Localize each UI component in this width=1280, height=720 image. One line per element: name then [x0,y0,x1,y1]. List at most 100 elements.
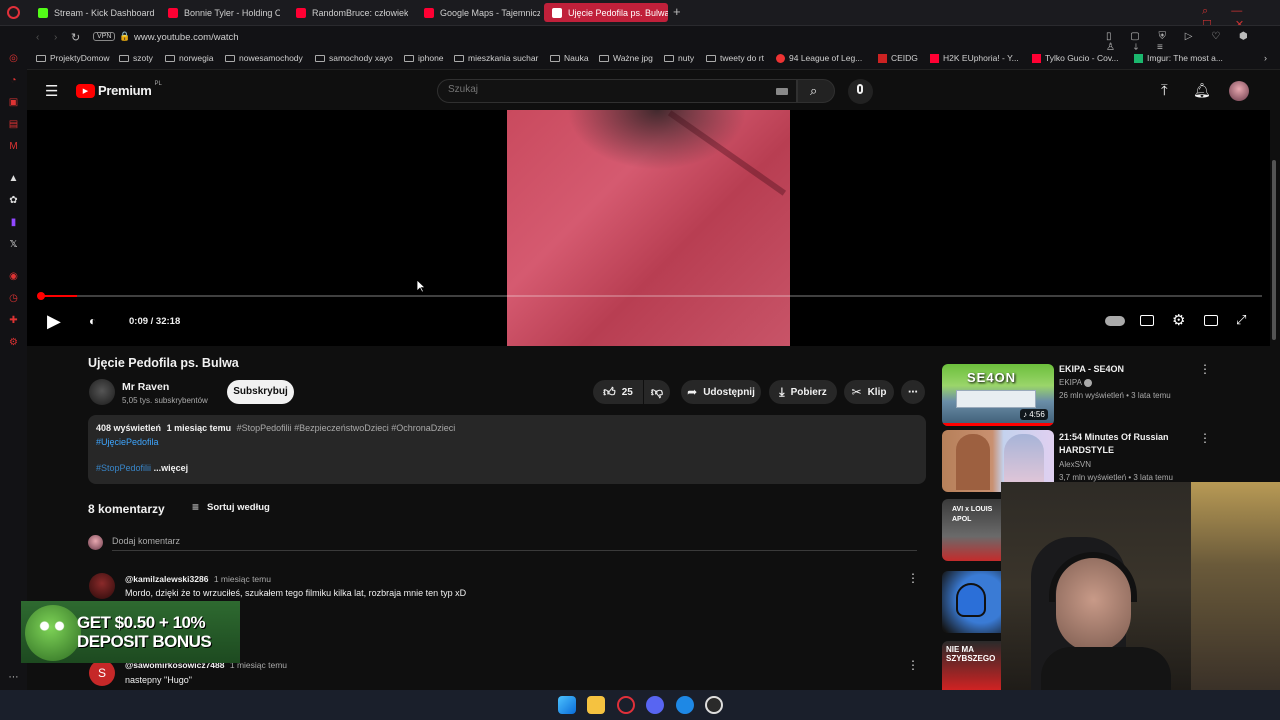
history-icon[interactable]: ◔ [8,75,19,86]
progress-bar[interactable] [40,295,1262,297]
bookmark-item[interactable]: norwegia [165,53,214,63]
keyboard-icon[interactable] [776,88,788,95]
arc-icon[interactable]: ▲ [8,173,19,184]
search-button[interactable]: ⌕ [797,79,835,103]
vpn-badge[interactable]: VPN [93,32,116,41]
fullscreen-icon[interactable]: ⤢ [1236,312,1246,328]
bookmark-item[interactable]: Tylko Gucio - Cov... [1032,53,1119,63]
dislike-button[interactable]: 👎︎ [644,380,670,404]
comment-menu-icon[interactable]: ⋮ [907,659,919,671]
tab-active-video[interactable]: Ujęcie Pedofila ps. Bulwa [544,3,668,22]
search-box[interactable] [437,79,797,103]
bookmark-item[interactable]: 94 League of Leg... [776,53,862,63]
download-button[interactable]: ⤓ Pobierz [769,380,837,404]
video-frame[interactable] [507,110,790,346]
opera-gx-icon[interactable] [617,696,635,714]
bookmark-item[interactable]: CEIDG [878,53,918,63]
bookmark-item[interactable]: H2K EUphoria! - Y... [930,53,1019,63]
music-icon[interactable]: ◉ [8,271,19,282]
clock-icon[interactable]: ◷ [8,293,19,304]
page-scrollbar[interactable] [1272,160,1276,340]
hashtag-link[interactable]: #UjęciePedofila [96,437,159,447]
comment-menu-icon[interactable]: ⋮ [907,572,919,584]
discord-icon[interactable] [646,696,664,714]
hashtag-list[interactable]: #StopPedofilii #BezpieczeństwoDzieci #Oc… [237,423,456,433]
share-button[interactable]: ➦ Udostępnij [681,380,761,404]
clip-button[interactable]: ✂ Klip [844,380,894,404]
bookmark-item[interactable]: ProjektyDomow [36,53,110,63]
channel-name[interactable]: Mr Raven [122,381,169,393]
comment-author[interactable]: @kamilzalewski3286 [125,574,208,584]
settings-icon[interactable]: ⚙ [8,337,19,348]
puzzle-icon[interactable]: ✚ [8,315,19,326]
related-channel[interactable]: EKIPA [1059,378,1092,387]
more-icon[interactable]: ⋯ [8,672,19,683]
twitch-icon[interactable]: ▮ [8,217,19,228]
add-comment-input[interactable]: Dodaj komentarz [112,536,180,546]
forward-icon[interactable]: › [54,32,57,43]
subtitles-icon[interactable] [1140,315,1154,326]
theater-mode-icon[interactable] [1204,315,1218,326]
hamburger-icon[interactable]: ☰ [45,82,58,100]
upload-icon[interactable]: ⤒ [1161,82,1168,99]
ad-banner[interactable]: GET $0.50 + 10% DEPOSIT BONUS [21,601,240,663]
comment-avatar[interactable] [89,573,115,599]
related-title[interactable]: EKIPA - SE4ON [1059,363,1189,376]
url-field[interactable]: www.youtube.com/watch [134,32,239,43]
related-channel[interactable]: AlexSVN [1059,460,1091,469]
new-tab-button[interactable]: + [673,4,681,19]
progress-scrubber[interactable] [37,292,45,300]
bookmark-item[interactable]: iphone [404,53,444,63]
youtube-logo[interactable]: ▶ Premium PL [76,81,162,98]
bookmark-item[interactable]: nuty [664,53,694,63]
bookmarks-overflow-icon[interactable]: › [1264,53,1267,63]
file-explorer-icon[interactable] [587,696,605,714]
x-icon[interactable]: 𝕏 [8,239,19,250]
related-meta: 3,7 mln wyświetleń • 3 lata temu [1059,473,1173,482]
tab-kick-dashboard[interactable]: Stream - Kick Dashboard [30,3,158,22]
comment-time[interactable]: 1 miesiąc temu [214,574,271,584]
messenger-taskbar-icon[interactable] [676,696,694,714]
autoplay-toggle[interactable] [1105,316,1125,326]
bookmark-item[interactable]: nowesamochody [225,53,303,63]
voice-search-button[interactable] [848,79,873,104]
related-menu-icon[interactable]: ⋮ [1199,363,1211,375]
opera-logo-icon[interactable] [7,6,20,19]
mail-icon[interactable]: M [8,141,19,152]
like-button[interactable]: 👍︎ 25 [593,380,643,404]
bookmark-item[interactable]: Nauka [550,53,589,63]
chatgpt-icon[interactable]: ✿ [8,195,19,206]
wallet-icon[interactable]: ▤ [8,119,19,130]
bookmark-item[interactable]: samochody xayo [315,53,393,63]
reload-icon[interactable]: ↻ [71,31,80,44]
settings-gear-icon[interactable]: ⚙ [1172,311,1185,329]
tab-google-maps[interactable]: Google Maps - Tajemnicz [416,3,540,22]
show-more-link[interactable]: ...więcej [154,463,189,473]
avatar[interactable] [1229,81,1249,101]
tab-bonnie-tyler[interactable]: Bonnie Tyler - Holding O [160,3,280,22]
subscribe-button[interactable]: Subskrybuj [227,380,294,404]
bookmark-item[interactable]: szoty [119,53,153,63]
hashtag-link[interactable]: #StopPedofilii [96,463,151,473]
bookmark-item[interactable]: mieszkania suchar [454,53,538,63]
bookmark-item[interactable]: Imgur: The most a... [1134,53,1223,63]
bookmark-item[interactable]: Ważne jpg [599,53,653,63]
messenger-icon[interactable]: ◎ [8,53,19,64]
more-actions-button[interactable]: ⋯ [901,380,925,404]
obs-icon[interactable] [705,696,723,714]
related-thumbnail[interactable]: SE4ON ♪ 4:56 [942,364,1054,426]
volume-icon[interactable]: ◐ [89,314,96,328]
bag-icon[interactable]: ▣ [8,97,19,108]
tab-randombruce[interactable]: RandomBruce: człowiek- [288,3,408,22]
related-title[interactable]: 21:54 Minutes Of Russian HARDSTYLE [1059,431,1189,457]
play-icon[interactable]: ▶ [47,311,61,332]
bookmark-item[interactable]: tweety do rt [706,53,764,63]
channel-avatar[interactable] [89,379,115,405]
comment-avatar[interactable]: S [89,660,115,686]
windows-start-icon[interactable] [558,696,576,714]
sort-button[interactable]: ≡ Sortuj według [192,500,270,514]
related-menu-icon[interactable]: ⋮ [1199,432,1211,444]
back-icon[interactable]: ‹ [36,32,39,43]
bell-icon[interactable]: 🔔︎ [1193,82,1211,99]
search-input[interactable] [448,84,748,95]
